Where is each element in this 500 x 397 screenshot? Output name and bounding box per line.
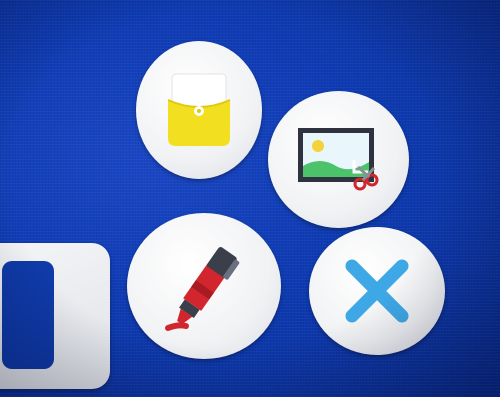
phone-outline-icon — [2, 261, 54, 369]
pocket-folder-icon — [167, 73, 231, 146]
pocket-button[interactable] — [136, 41, 262, 179]
close-button[interactable] — [309, 227, 445, 355]
side-tile-button[interactable] — [0, 243, 110, 389]
highlighter-pen-button[interactable] — [127, 213, 281, 359]
highlighter-pen-icon — [165, 247, 240, 331]
image-crop-icon — [297, 127, 378, 190]
image-crop-button[interactable] — [268, 91, 409, 228]
close-icon — [345, 259, 409, 323]
